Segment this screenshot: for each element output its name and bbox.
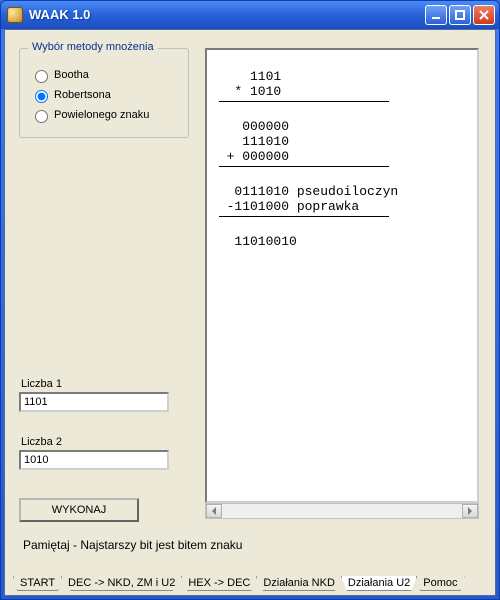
tab-pomoc[interactable]: Pomoc [416,576,464,591]
method-groupbox: Wybór metody mnożenia Bootha Robertsona … [19,48,189,138]
window-buttons [425,5,495,25]
output-line: 111010 [211,134,289,149]
output-area: 1101 * 1010 000000 111010 + 000000 01110… [205,48,479,503]
bottom-tabs: START DEC -> NKD, ZM i U2 HEX -> DEC Dzi… [13,576,464,591]
content: Wybór metody mnożenia Bootha Robertsona … [5,30,495,595]
titlebar[interactable]: WAAK 1.0 [1,1,499,29]
output-line: + 000000 [211,149,289,164]
tab-dzialania-nkd[interactable]: Działania NKD [256,576,342,591]
radio-booth-input[interactable] [35,70,48,83]
radio-powielonego[interactable]: Powielonego znaku [30,107,178,123]
radio-robertson-label: Robertsona [54,89,111,101]
close-button[interactable] [473,5,495,25]
input1-field[interactable] [19,392,169,412]
input1-label: Liczba 1 [21,378,62,390]
output-line: -1101000 poprawka [211,199,359,214]
groupbox-legend: Wybór metody mnożenia [28,41,158,53]
radio-robertson-input[interactable] [35,90,48,103]
hint-text: Pamiętaj - Najstarszy bit jest bitem zna… [23,538,242,552]
radio-powielonego-label: Powielonego znaku [54,109,149,121]
output-line: 1101 [211,69,281,84]
window-title: WAAK 1.0 [29,7,425,22]
tab-dec-nkd[interactable]: DEC -> NKD, ZM i U2 [61,576,182,591]
execute-button[interactable]: WYKONAJ [19,498,139,522]
output-line: * 1010 [211,84,281,99]
scroll-track[interactable] [222,504,462,518]
radio-powielonego-input[interactable] [35,110,48,123]
output-line: 0111010 pseudoiloczyn [211,184,398,199]
radio-booth-label: Bootha [54,69,89,81]
input2-field[interactable] [19,450,169,470]
app-window: WAAK 1.0 Wybór metody mnożenia Bootha [0,0,500,600]
tab-start[interactable]: START [13,576,62,591]
minimize-button[interactable] [425,5,447,25]
tab-hex-dec[interactable]: HEX -> DEC [181,576,257,591]
output-line: 11010010 [211,234,297,249]
client-area: Wybór metody mnożenia Bootha Robertsona … [4,29,496,596]
scroll-left-button[interactable] [206,504,222,518]
output-rule [219,101,389,102]
radio-robertson[interactable]: Robertsona [30,87,178,103]
tab-dzialania-u2[interactable]: Działania U2 [341,576,417,591]
app-icon [7,7,23,23]
output-rule [219,216,389,217]
output-rule [219,166,389,167]
radio-booth[interactable]: Bootha [30,67,178,83]
maximize-button[interactable] [449,5,471,25]
output-line: 000000 [211,119,289,134]
scroll-right-button[interactable] [462,504,478,518]
output-scrollbar[interactable] [205,503,479,519]
input2-label: Liczba 2 [21,436,62,448]
